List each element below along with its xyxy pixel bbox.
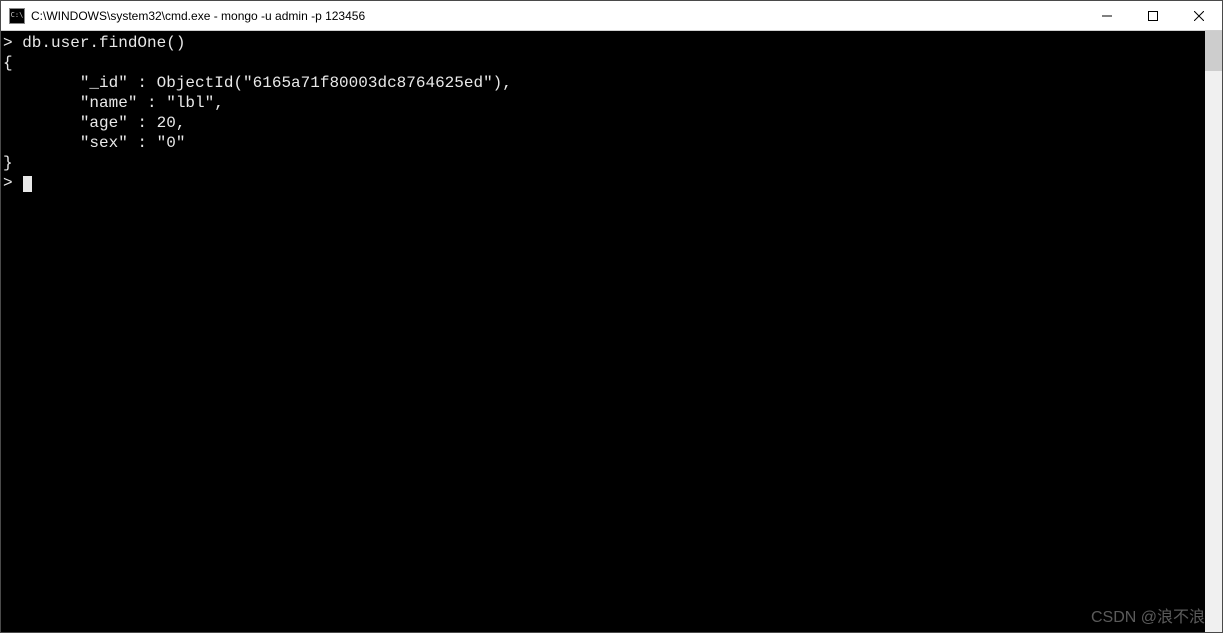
app-icon: C:\	[9, 8, 25, 24]
window-controls	[1084, 1, 1222, 30]
output-brace-open: {	[3, 54, 13, 72]
output-brace-close: }	[3, 154, 13, 172]
scroll-thumb[interactable]	[1205, 31, 1222, 71]
output-field-age: "age" : 20,	[3, 114, 185, 132]
vertical-scrollbar[interactable]	[1205, 31, 1222, 632]
window-title: C:\WINDOWS\system32\cmd.exe - mongo -u a…	[31, 9, 1084, 23]
window-frame: C:\ C:\WINDOWS\system32\cmd.exe - mongo …	[0, 0, 1223, 633]
maximize-button[interactable]	[1130, 1, 1176, 30]
cursor	[23, 176, 32, 192]
maximize-icon	[1148, 11, 1158, 21]
prompt-char: >	[3, 34, 22, 52]
titlebar[interactable]: C:\ C:\WINDOWS\system32\cmd.exe - mongo …	[1, 1, 1222, 31]
output-field-name: "name" : "lbl",	[3, 94, 224, 112]
app-icon-text: C:\	[11, 12, 24, 19]
output-field-id: "_id" : ObjectId("6165a71f80003dc8764625…	[3, 74, 512, 92]
minimize-button[interactable]	[1084, 1, 1130, 30]
close-button[interactable]	[1176, 1, 1222, 30]
command-text: db.user.findOne()	[22, 34, 185, 52]
terminal[interactable]: > db.user.findOne() { "_id" : ObjectId("…	[1, 31, 1205, 632]
client-area: > db.user.findOne() { "_id" : ObjectId("…	[1, 31, 1222, 632]
prompt-char: >	[3, 174, 22, 192]
close-icon	[1194, 11, 1204, 21]
output-field-sex: "sex" : "0"	[3, 134, 185, 152]
minimize-icon	[1102, 11, 1112, 21]
